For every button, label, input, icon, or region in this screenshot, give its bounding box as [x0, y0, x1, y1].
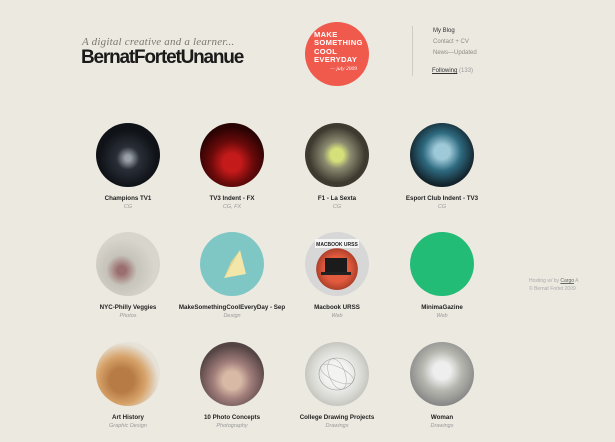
hosting-prefix: Hosting w/ by	[529, 278, 560, 284]
project-card[interactable]: MACBOOK URSS Macbook URSS Web	[277, 232, 397, 319]
project-card[interactable]: TV3 Indent - FX CG, FX	[172, 123, 292, 210]
project-title[interactable]: Champions TV1	[68, 195, 188, 202]
following-count: (133)	[459, 68, 474, 74]
project-category: CG	[123, 204, 133, 210]
stadium-thumb[interactable]	[96, 123, 160, 187]
project-category: CG, FX	[222, 204, 242, 210]
site-credit: Hosting w/ by Cargo A © Bernat Fortet 20…	[529, 277, 579, 293]
racecar-thumb[interactable]	[200, 123, 264, 187]
project-title[interactable]: Art History	[68, 414, 188, 421]
project-card[interactable]: NYC-Philly Veggies Photos	[68, 232, 188, 319]
project-category: Photos	[119, 313, 137, 319]
esport-logo-thumb[interactable]	[410, 123, 474, 187]
project-title[interactable]: NYC-Philly Veggies	[68, 304, 188, 311]
news-updated-link[interactable]: News—Updated	[433, 48, 503, 59]
macbook-icon: MACBOOK URSS	[315, 239, 359, 275]
f1-helmet-thumb[interactable]	[305, 123, 369, 187]
project-card[interactable]: College Drawing Projects Drawings	[277, 342, 397, 429]
contact-cv-link[interactable]: Contact + CV	[433, 37, 503, 48]
project-title[interactable]: College Drawing Projects	[277, 414, 397, 421]
project-category: Design	[223, 313, 241, 319]
project-card[interactable]: Woman Drawings	[382, 342, 502, 429]
project-card[interactable]: MinimaGazine Web	[382, 232, 502, 319]
project-title[interactable]: MakeSomethingCoolEveryDay - Sep	[172, 304, 292, 311]
macbook-thumb[interactable]: MACBOOK URSS	[305, 232, 369, 296]
badge-line-4: EVERYDAY	[314, 55, 358, 65]
sphere-drawing-icon	[318, 357, 356, 391]
project-category: Web	[436, 313, 448, 319]
project-card[interactable]: Art History Graphic Design	[68, 342, 188, 429]
svg-text:MACBOOK URSS: MACBOOK URSS	[316, 242, 358, 248]
blossom-thumb[interactable]	[96, 232, 160, 296]
cargo-link[interactable]: Cargo	[560, 278, 574, 284]
badge-signature: — july 2009	[330, 65, 357, 72]
green-circle-thumb[interactable]	[410, 232, 474, 296]
flower-thumb[interactable]	[200, 342, 264, 406]
triangle-thumb[interactable]	[200, 232, 264, 296]
following-section: Following (133)	[432, 68, 473, 74]
project-title[interactable]: Esport Club Indent - TV3	[382, 195, 502, 202]
site-logo[interactable]: BernatFortetUnanue	[81, 47, 244, 69]
project-title[interactable]: 10 Photo Concepts	[172, 414, 292, 421]
project-category: CG	[437, 204, 447, 210]
make-something-cool-badge[interactable]: MAKE SOMETHING COOL EVERYDAY — july 2009	[305, 22, 369, 86]
following-link[interactable]: Following	[432, 68, 457, 74]
my-blog-link[interactable]: My Blog	[433, 26, 503, 37]
project-card[interactable]: Esport Club Indent - TV3 CG	[382, 123, 502, 210]
project-category: Graphic Design	[109, 423, 147, 429]
hosting-suffix: A	[575, 278, 579, 284]
copyright-text: © Bernat Fortet 2009	[529, 286, 576, 292]
project-category: CG	[332, 204, 342, 210]
figure-drawing-thumb[interactable]	[410, 342, 474, 406]
project-card[interactable]: F1 - La Sexta CG	[277, 123, 397, 210]
project-title[interactable]: F1 - La Sexta	[277, 195, 397, 202]
project-title[interactable]: Macbook URSS	[277, 304, 397, 311]
project-category: Photography	[216, 423, 248, 429]
sphere-drawing-thumb[interactable]	[305, 342, 369, 406]
project-title[interactable]: TV3 Indent - FX	[172, 195, 292, 202]
project-title[interactable]: MinimaGazine	[382, 304, 502, 311]
project-category: Drawings	[325, 423, 349, 429]
project-card[interactable]: 10 Photo Concepts Photography	[172, 342, 292, 429]
project-card[interactable]: MakeSomethingCoolEveryDay - Sep Design	[172, 232, 292, 319]
project-category: Drawings	[430, 423, 454, 429]
triangle-icon	[224, 250, 246, 278]
project-card[interactable]: Champions TV1 CG	[68, 123, 188, 210]
book-thumb[interactable]	[96, 342, 160, 406]
project-category: Web	[331, 313, 343, 319]
project-title[interactable]: Woman	[382, 414, 502, 421]
